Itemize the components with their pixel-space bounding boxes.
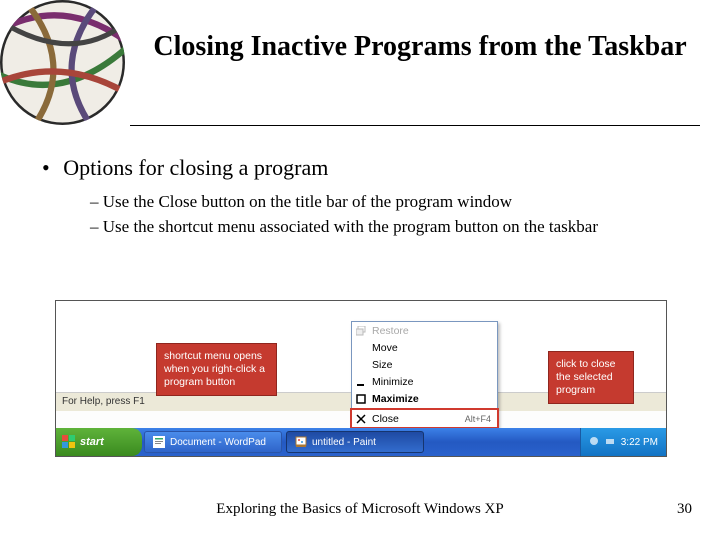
screenshot-figure: For Help, press F1 shortcut menu opens w…	[55, 300, 667, 457]
title-underline	[130, 125, 700, 126]
taskbar: start Document - WordPad untitled - Pain…	[56, 428, 666, 456]
status-text: For Help, press F1	[62, 396, 145, 407]
windows-logo-icon	[62, 435, 76, 449]
system-tray[interactable]: 3:22 PM	[580, 428, 666, 456]
sub-bullet: Use the shortcut menu associated with th…	[90, 216, 690, 239]
slide-title: Closing Inactive Programs from the Taskb…	[150, 30, 690, 64]
close-icon	[356, 414, 366, 424]
paint-icon	[295, 436, 307, 448]
menu-restore[interactable]: Restore	[352, 322, 497, 339]
minimize-icon	[356, 377, 366, 387]
clock: 3:22 PM	[621, 437, 658, 448]
tray-icon	[605, 436, 615, 449]
taskbar-item-wordpad[interactable]: Document - WordPad	[144, 431, 282, 453]
sub-bullet: Use the Close button on the title bar of…	[90, 191, 690, 214]
menu-minimize[interactable]: Minimize	[352, 373, 497, 390]
wordpad-icon	[153, 436, 165, 448]
start-button[interactable]: start	[56, 428, 142, 456]
decorative-logo	[0, 0, 125, 125]
menu-separator	[354, 408, 495, 409]
close-shortcut: Alt+F4	[465, 414, 491, 424]
taskbar-item-paint[interactable]: untitled - Paint	[286, 431, 424, 453]
footer-text: Exploring the Basics of Microsoft Window…	[0, 501, 720, 518]
content-area: Options for closing a program Use the Cl…	[60, 155, 690, 241]
context-menu: Restore Move Size Minimize Maximize Clos…	[351, 321, 498, 428]
menu-move[interactable]: Move	[352, 339, 497, 356]
tray-icon	[589, 436, 599, 449]
page-number: 30	[677, 501, 692, 518]
maximize-icon	[356, 394, 366, 404]
callout-shortcut-menu: shortcut menu opens when you right-click…	[156, 343, 277, 396]
callout-close: click to close the selected program	[548, 351, 634, 404]
main-bullet: Options for closing a program	[60, 155, 690, 181]
menu-size[interactable]: Size	[352, 356, 497, 373]
menu-close[interactable]: Close Alt+F4	[352, 410, 497, 427]
menu-maximize[interactable]: Maximize	[352, 390, 497, 407]
restore-icon	[356, 326, 366, 336]
